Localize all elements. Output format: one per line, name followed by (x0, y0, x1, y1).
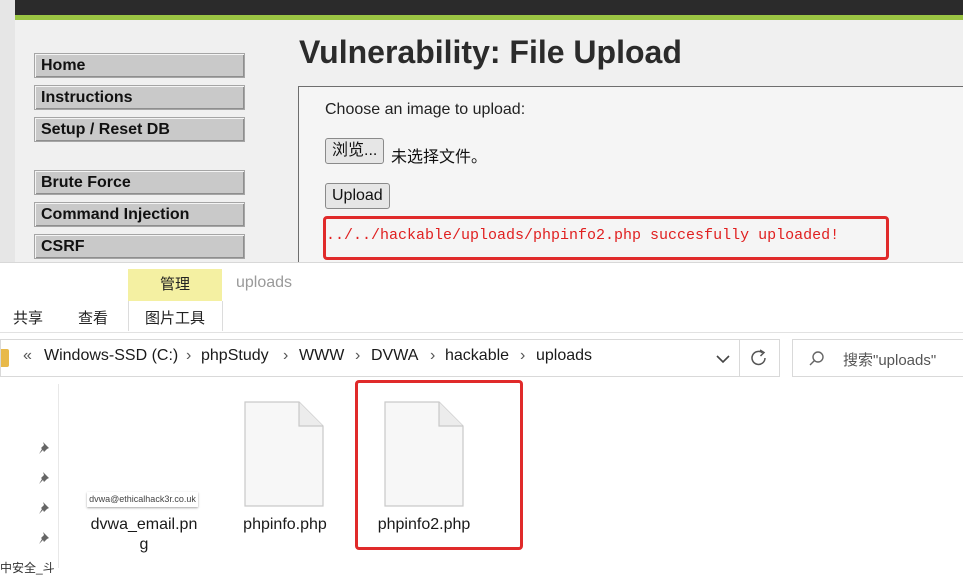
file-explorer: 管理 uploads 共享 查看 图片工具 « Windows-SSD (C:)… (0, 262, 963, 575)
overflow-chevron-icon[interactable]: « (23, 347, 32, 365)
breadcrumb-drive[interactable]: Windows-SSD (C:) (44, 347, 178, 365)
search-placeholder: 搜索"uploads" (843, 352, 937, 369)
file-label-line1: dvwa_email.pn (90, 516, 198, 533)
breadcrumb-www[interactable]: WWW (299, 347, 344, 365)
breadcrumb-dvwa[interactable]: DVWA (371, 347, 418, 365)
file-highlight-box (355, 380, 523, 550)
search-icon (809, 351, 824, 366)
tab-manage[interactable]: 管理 (128, 269, 222, 301)
image-thumbnail-icon: dvwa@ethicalhack3r.co.uk (87, 492, 198, 507)
breadcrumb-separator-icon[interactable]: › (430, 347, 435, 365)
upload-form: Choose an image to upload: 浏览... 未选择文件。 … (298, 86, 963, 262)
file-label-dvwa-email: dvwa_email.pn g (84, 515, 204, 555)
browser-left-gutter (0, 0, 15, 262)
nav-pane-cut-label: 中安全_斗 (0, 561, 55, 575)
ribbon: 管理 uploads 共享 查看 图片工具 (0, 263, 963, 333)
dvwa-header-bar (15, 0, 963, 15)
dvwa-page: Home Instructions Setup / Reset DB Brute… (0, 0, 963, 262)
breadcrumb-separator-icon[interactable]: › (186, 347, 191, 365)
blank-file-icon (244, 401, 324, 507)
breadcrumb-separator-icon[interactable]: › (355, 347, 360, 365)
browse-button[interactable]: 浏览... (325, 138, 385, 164)
window-title: uploads (236, 274, 293, 291)
pin-icon[interactable] (38, 471, 52, 487)
tab-view[interactable]: 查看 (78, 307, 108, 328)
pin-icon[interactable] (38, 501, 52, 517)
refresh-button[interactable] (740, 339, 780, 377)
menu-csrf[interactable]: CSRF (34, 234, 245, 259)
menu-instructions[interactable]: Instructions (34, 85, 245, 110)
pin-icon[interactable] (38, 441, 52, 457)
menu-brute-force[interactable]: Brute Force (34, 170, 245, 195)
upload-result-message: ../../hackable/uploads/phpinfo2.php succ… (326, 227, 840, 244)
breadcrumb-uploads[interactable]: uploads (536, 347, 592, 365)
upload-button[interactable]: Upload (325, 183, 390, 209)
nav-pane-divider (58, 384, 59, 568)
breadcrumb-separator-icon[interactable]: › (283, 347, 288, 365)
breadcrumb-separator-icon[interactable]: › (520, 347, 525, 365)
tab-share[interactable]: 共享 (13, 307, 43, 328)
tab-picture-tools[interactable]: 图片工具 (145, 307, 205, 328)
menu-command-injection[interactable]: Command Injection (34, 202, 245, 227)
upload-prompt: Choose an image to upload: (325, 101, 526, 118)
breadcrumb-phpstudy[interactable]: phpStudy (201, 347, 269, 365)
address-dropdown-icon[interactable] (713, 346, 733, 370)
file-label-phpinfo: phpinfo.php (243, 516, 327, 533)
menu-home[interactable]: Home (34, 53, 245, 78)
breadcrumb-hackable[interactable]: hackable (445, 347, 509, 365)
refresh-icon (751, 349, 766, 366)
no-file-label: 未选择文件。 (391, 149, 488, 166)
dvwa-header-accent (15, 15, 963, 20)
menu-setup-reset-db[interactable]: Setup / Reset DB (34, 117, 245, 142)
address-bar[interactable]: « Windows-SSD (C:) › phpStudy › WWW › DV… (0, 339, 740, 377)
pin-icon[interactable] (38, 531, 52, 547)
file-label-line2: g (139, 536, 149, 553)
folder-icon (1, 349, 9, 367)
search-input[interactable]: 搜索"uploads" (792, 339, 963, 377)
page-title: Vulnerability: File Upload (299, 34, 682, 70)
